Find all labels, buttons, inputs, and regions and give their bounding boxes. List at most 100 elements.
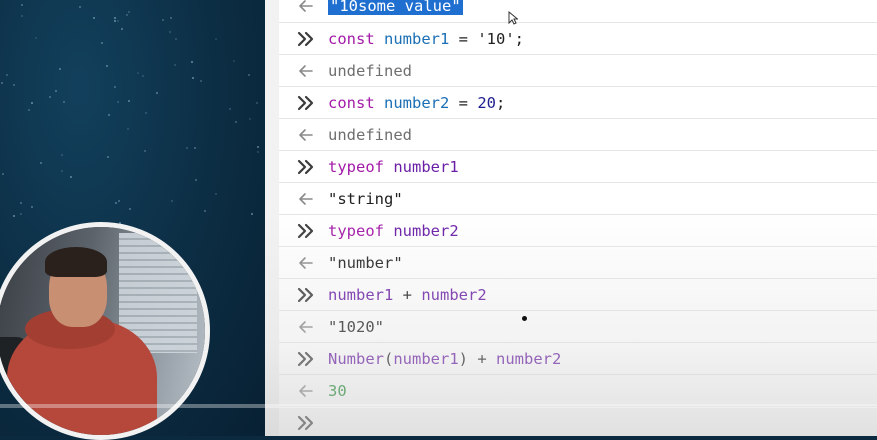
star <box>170 17 172 19</box>
console-command: const number2 = 20; <box>328 93 505 113</box>
star <box>257 146 259 148</box>
star <box>128 100 130 102</box>
star <box>156 92 158 94</box>
star <box>63 101 65 103</box>
star <box>251 213 253 215</box>
star <box>2 173 4 175</box>
star <box>114 86 116 88</box>
star <box>20 202 22 204</box>
double-chevron-right-icon <box>297 415 314 431</box>
star <box>142 75 144 77</box>
star <box>229 108 231 110</box>
code-token: 20 <box>477 94 497 112</box>
code-token: const <box>328 94 375 112</box>
double-chevron-right-icon <box>297 31 314 47</box>
console-input-row[interactable]: const number2 = 20; <box>279 86 877 119</box>
console-output-row: "number" <box>279 246 877 279</box>
result-text: "1020" <box>328 318 384 336</box>
star <box>186 147 188 149</box>
star <box>137 72 139 74</box>
result-gutter <box>293 183 319 215</box>
prompt-gutter <box>293 343 319 375</box>
double-chevron-right-icon <box>297 287 314 303</box>
result-gutter <box>293 311 319 343</box>
star <box>256 102 258 104</box>
star <box>61 154 63 156</box>
star <box>20 213 22 215</box>
prompt-gutter <box>293 407 319 439</box>
star <box>204 210 206 212</box>
console-result[interactable]: "10some value" <box>328 0 463 16</box>
star <box>191 61 193 63</box>
code-token: number2 <box>384 94 450 112</box>
star <box>126 14 128 16</box>
code-token: = <box>449 30 478 48</box>
prompt-gutter <box>293 87 319 119</box>
video-progress-bar[interactable] <box>0 404 877 408</box>
console-output-row: "string" <box>279 182 877 215</box>
prompt-gutter <box>293 151 319 183</box>
arrow-left-icon <box>299 321 313 333</box>
star <box>79 6 81 8</box>
code-token: + <box>393 286 422 304</box>
mouse-cursor-icon <box>508 11 518 25</box>
star <box>108 114 110 116</box>
console-empty-prompt-row[interactable] <box>279 406 877 439</box>
arrow-left-icon <box>299 129 313 141</box>
code-token: number2 <box>393 222 459 240</box>
star <box>127 128 129 130</box>
arrow-left-icon <box>299 193 313 205</box>
double-chevron-right-icon <box>297 223 314 239</box>
result-text: "number" <box>328 254 403 272</box>
star <box>31 206 33 208</box>
star <box>248 74 250 76</box>
star <box>21 4 23 6</box>
code-token: typeof <box>328 158 384 176</box>
code-token: Number <box>328 350 384 368</box>
console-command: typeof number1 <box>328 157 459 177</box>
star <box>59 68 61 70</box>
double-chevron-right-icon <box>297 159 314 175</box>
double-chevron-right-icon <box>297 351 314 367</box>
console-input-row[interactable]: number1 + number2 <box>279 278 877 311</box>
result-gutter <box>293 119 319 151</box>
console-command: typeof number2 <box>328 221 459 241</box>
console-command: Number(number1) + number2 <box>328 349 561 369</box>
star <box>162 19 164 21</box>
console-output-row: 30 <box>279 374 877 407</box>
star <box>61 170 63 172</box>
star <box>115 202 117 204</box>
result-text: undefined <box>328 126 412 144</box>
console-command: const number1 = '10'; <box>328 29 524 49</box>
star <box>118 200 120 202</box>
double-chevron-right-icon <box>297 95 314 111</box>
star <box>13 215 15 217</box>
star <box>31 102 33 104</box>
result-text: "string" <box>328 190 403 208</box>
console-input-row[interactable]: Number(number1) + number2 <box>279 342 877 375</box>
star <box>70 176 72 178</box>
star <box>93 17 95 19</box>
console-input-row[interactable]: typeof number2 <box>279 214 877 247</box>
console-output-row: undefined <box>279 54 877 87</box>
star <box>249 118 251 120</box>
console-input-row[interactable]: const number1 = '10'; <box>279 22 877 55</box>
star <box>257 151 259 153</box>
code-token: = <box>449 94 478 112</box>
selected-result-text[interactable]: "10some value" <box>328 0 463 15</box>
result-gutter <box>293 247 319 279</box>
star <box>13 84 15 86</box>
console-output-row: "10some value" <box>279 0 877 22</box>
console-input-row[interactable]: typeof number1 <box>279 150 877 183</box>
console-result: undefined <box>328 61 412 81</box>
star <box>6 74 8 76</box>
star <box>215 193 217 195</box>
arrow-left-icon <box>299 65 313 77</box>
star <box>114 17 116 19</box>
star <box>28 109 30 111</box>
console-output-row: undefined <box>279 118 877 151</box>
pointer-dot <box>522 316 527 321</box>
devtools-console[interactable]: "10some value" const number1 = '10'; undef… <box>265 0 877 436</box>
code-token: number1 <box>328 286 394 304</box>
